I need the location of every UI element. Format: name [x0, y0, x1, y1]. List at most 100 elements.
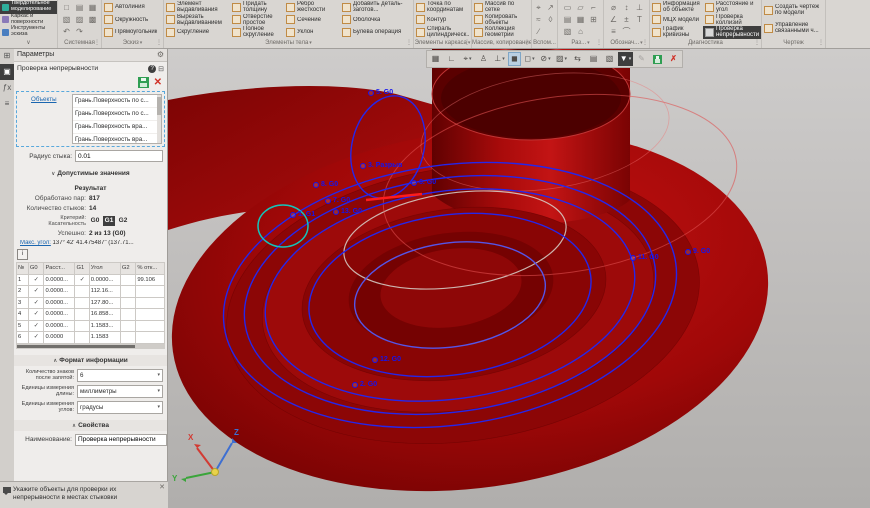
tool-icon[interactable]: ⊥ — [633, 2, 646, 14]
abort-command-icon[interactable]: ✕ — [154, 78, 162, 88]
save-object-icon[interactable] — [650, 52, 665, 66]
criterion-g1-button[interactable]: G1 — [103, 216, 115, 226]
distance-angle-button[interactable]: Расстояние и угол — [703, 1, 761, 14]
column-header[interactable]: G0 — [28, 263, 44, 275]
3d-model-canvas[interactable]: X Z Y — [168, 48, 870, 508]
tool-icon[interactable]: ∠ — [607, 14, 620, 26]
table-row[interactable]: 3✓0.0000...127.80... — [17, 297, 165, 309]
tool-icon[interactable] — [633, 26, 646, 38]
decimal-places-select[interactable]: 6▾ — [77, 369, 163, 382]
zoom-icon[interactable]: ⌖▾ — [460, 52, 475, 66]
tool-icon[interactable]: ▦ — [86, 2, 99, 14]
main-menu-icon[interactable]: ≡ — [0, 96, 14, 112]
add-part-stock-button[interactable]: Добавить деталь-заготов... — [340, 1, 412, 14]
update-view-icon[interactable]: ⇆ — [570, 52, 585, 66]
criterion-g0-button[interactable]: G0 — [89, 216, 101, 226]
tool-icon[interactable]: ≡ — [607, 26, 620, 38]
collision-check-button[interactable]: Проверка коллизий — [703, 14, 761, 27]
tool-icon[interactable]: ▤ — [561, 14, 574, 26]
objects-label[interactable]: Объекты — [31, 96, 57, 144]
thicken-button[interactable]: Придать толщину — [230, 1, 284, 14]
curvature-graph-button[interactable]: График кривизны — [650, 26, 703, 39]
group-label-layout[interactable]: Раз...▾⋮ — [558, 39, 603, 48]
column-header[interactable]: G1 — [75, 263, 89, 275]
parameters-panel-icon[interactable]: ▣ — [0, 64, 14, 80]
workspace-collapse[interactable]: ∨ — [0, 39, 57, 48]
manage-linked-button[interactable]: Управление связанными ч... — [762, 19, 826, 37]
tool-icon[interactable]: ▤ — [73, 2, 86, 14]
column-header[interactable]: % отк... — [136, 263, 165, 275]
shell-button[interactable]: Оболочка — [340, 14, 412, 27]
workspace-tab[interactable]: Каркас и поверхности — [0, 14, 57, 27]
help-icon[interactable]: ? — [148, 65, 156, 73]
object-list-item[interactable]: Грань.Поверхность по с... — [73, 95, 161, 108]
close-icon[interactable]: ✕ — [159, 484, 165, 492]
column-header[interactable]: Угол — [89, 263, 120, 275]
tool-icon[interactable]: ⌂ — [574, 26, 587, 38]
criterion-g2-button[interactable]: G2 — [117, 216, 129, 226]
simple-hole-button[interactable]: Отверстие простое — [230, 14, 284, 27]
snap-icon[interactable]: ∟ — [444, 52, 459, 66]
joint-radius-input[interactable] — [75, 150, 163, 162]
tool-icon[interactable]: ↶ — [60, 26, 73, 38]
create-object-icon[interactable] — [138, 77, 149, 88]
length-units-select[interactable]: миллиметры▾ — [77, 385, 163, 398]
section-button[interactable]: Сечение — [284, 14, 340, 27]
tool-icon[interactable]: ⌀ — [607, 2, 620, 14]
scene-settings-icon[interactable]: ▤ — [586, 52, 601, 66]
walk-mode-icon[interactable]: ♙ — [476, 52, 491, 66]
tool-icon[interactable] — [86, 26, 99, 38]
abort-icon[interactable]: ✗ — [666, 52, 681, 66]
object-list-item[interactable]: Грань.Поверхность по с... — [73, 108, 161, 121]
table-row[interactable]: 5✓0.0000...1.1583... — [17, 320, 165, 332]
full-round-button[interactable]: Полное скругление — [230, 26, 284, 39]
max-angle-link[interactable]: Макс. угол: — [20, 240, 51, 246]
tool-icon[interactable] — [545, 26, 557, 38]
variables-icon[interactable]: ƒx — [0, 80, 14, 96]
group-label-body-features[interactable]: Элементы тела▾⋮ — [164, 39, 413, 48]
tool-icon[interactable]: ↕ — [620, 2, 633, 14]
clip-plane-icon[interactable]: ▧ — [602, 52, 617, 66]
shaded-view-icon[interactable]: ◼ — [508, 52, 521, 66]
doc-tree-icon[interactable]: ⊞ — [0, 48, 14, 64]
tool-icon[interactable]: ≈ — [533, 14, 545, 26]
workspace-tab[interactable]: Твердотельное моделирование — [0, 1, 57, 14]
group-label-notation[interactable]: Обознач...▾⋮ — [604, 39, 649, 48]
tool-icon[interactable]: ± — [620, 14, 633, 26]
contour-button[interactable]: Контур — [414, 14, 472, 27]
tool-icon[interactable]: ▦ — [574, 14, 587, 26]
info-icon[interactable]: i — [17, 249, 28, 260]
grid-pattern-button[interactable]: Массив по сетке — [472, 1, 532, 14]
angle-units-select[interactable]: градусы▾ — [77, 401, 163, 414]
column-header[interactable]: G2 — [120, 263, 136, 275]
allowed-values-section[interactable]: ∨Допустимые значения — [14, 168, 167, 179]
structure-icon[interactable]: ⊟ — [158, 65, 164, 73]
tool-icon[interactable]: ⌐ — [587, 2, 600, 14]
grid-icon[interactable]: ▦ — [428, 52, 443, 66]
table-row[interactable]: 4✓0.0000...16.858... — [17, 309, 165, 321]
helix-button[interactable]: Спираль цилиндрическ... — [414, 26, 472, 39]
image-mode-icon[interactable]: ▨▾ — [554, 52, 569, 66]
name-input[interactable] — [75, 434, 167, 446]
tool-icon[interactable]: ⌖ — [533, 2, 545, 14]
extrude-button[interactable]: Элемент выдавливания — [164, 1, 230, 14]
properties-section-header[interactable]: ∧Свойства — [14, 420, 167, 431]
column-header[interactable]: Расст... — [44, 263, 75, 275]
tool-icon[interactable]: ⌒ — [620, 26, 633, 38]
cut-extrude-button[interactable]: Вырезать выдавливанием — [164, 14, 230, 27]
object-list-item[interactable]: Грань.Поверхность вра... — [73, 121, 161, 134]
tool-icon[interactable]: ↷ — [73, 26, 86, 38]
filter-icon[interactable]: ▼▾ — [618, 52, 633, 66]
tool-icon[interactable]: ▨ — [73, 14, 86, 26]
tool-icon[interactable]: ▧ — [60, 14, 73, 26]
table-row[interactable]: 1✓0.0000...✓0.0000...99.106 — [17, 274, 165, 286]
tool-icon[interactable]: ▩ — [86, 14, 99, 26]
column-header[interactable]: № — [17, 263, 29, 275]
gear-icon[interactable]: ⚙ — [157, 50, 164, 59]
draft-button[interactable]: Уклон — [284, 26, 340, 39]
circle-button[interactable]: Окружность — [102, 14, 164, 27]
continuity-check-button[interactable]: Проверка непрерывности — [703, 26, 761, 39]
objects-list[interactable]: Грань.Поверхность по с...Грань.Поверхнос… — [72, 94, 162, 144]
rib-button[interactable]: Ребро жесткости — [284, 1, 340, 14]
tool-icon[interactable]: ∕ — [533, 26, 545, 38]
